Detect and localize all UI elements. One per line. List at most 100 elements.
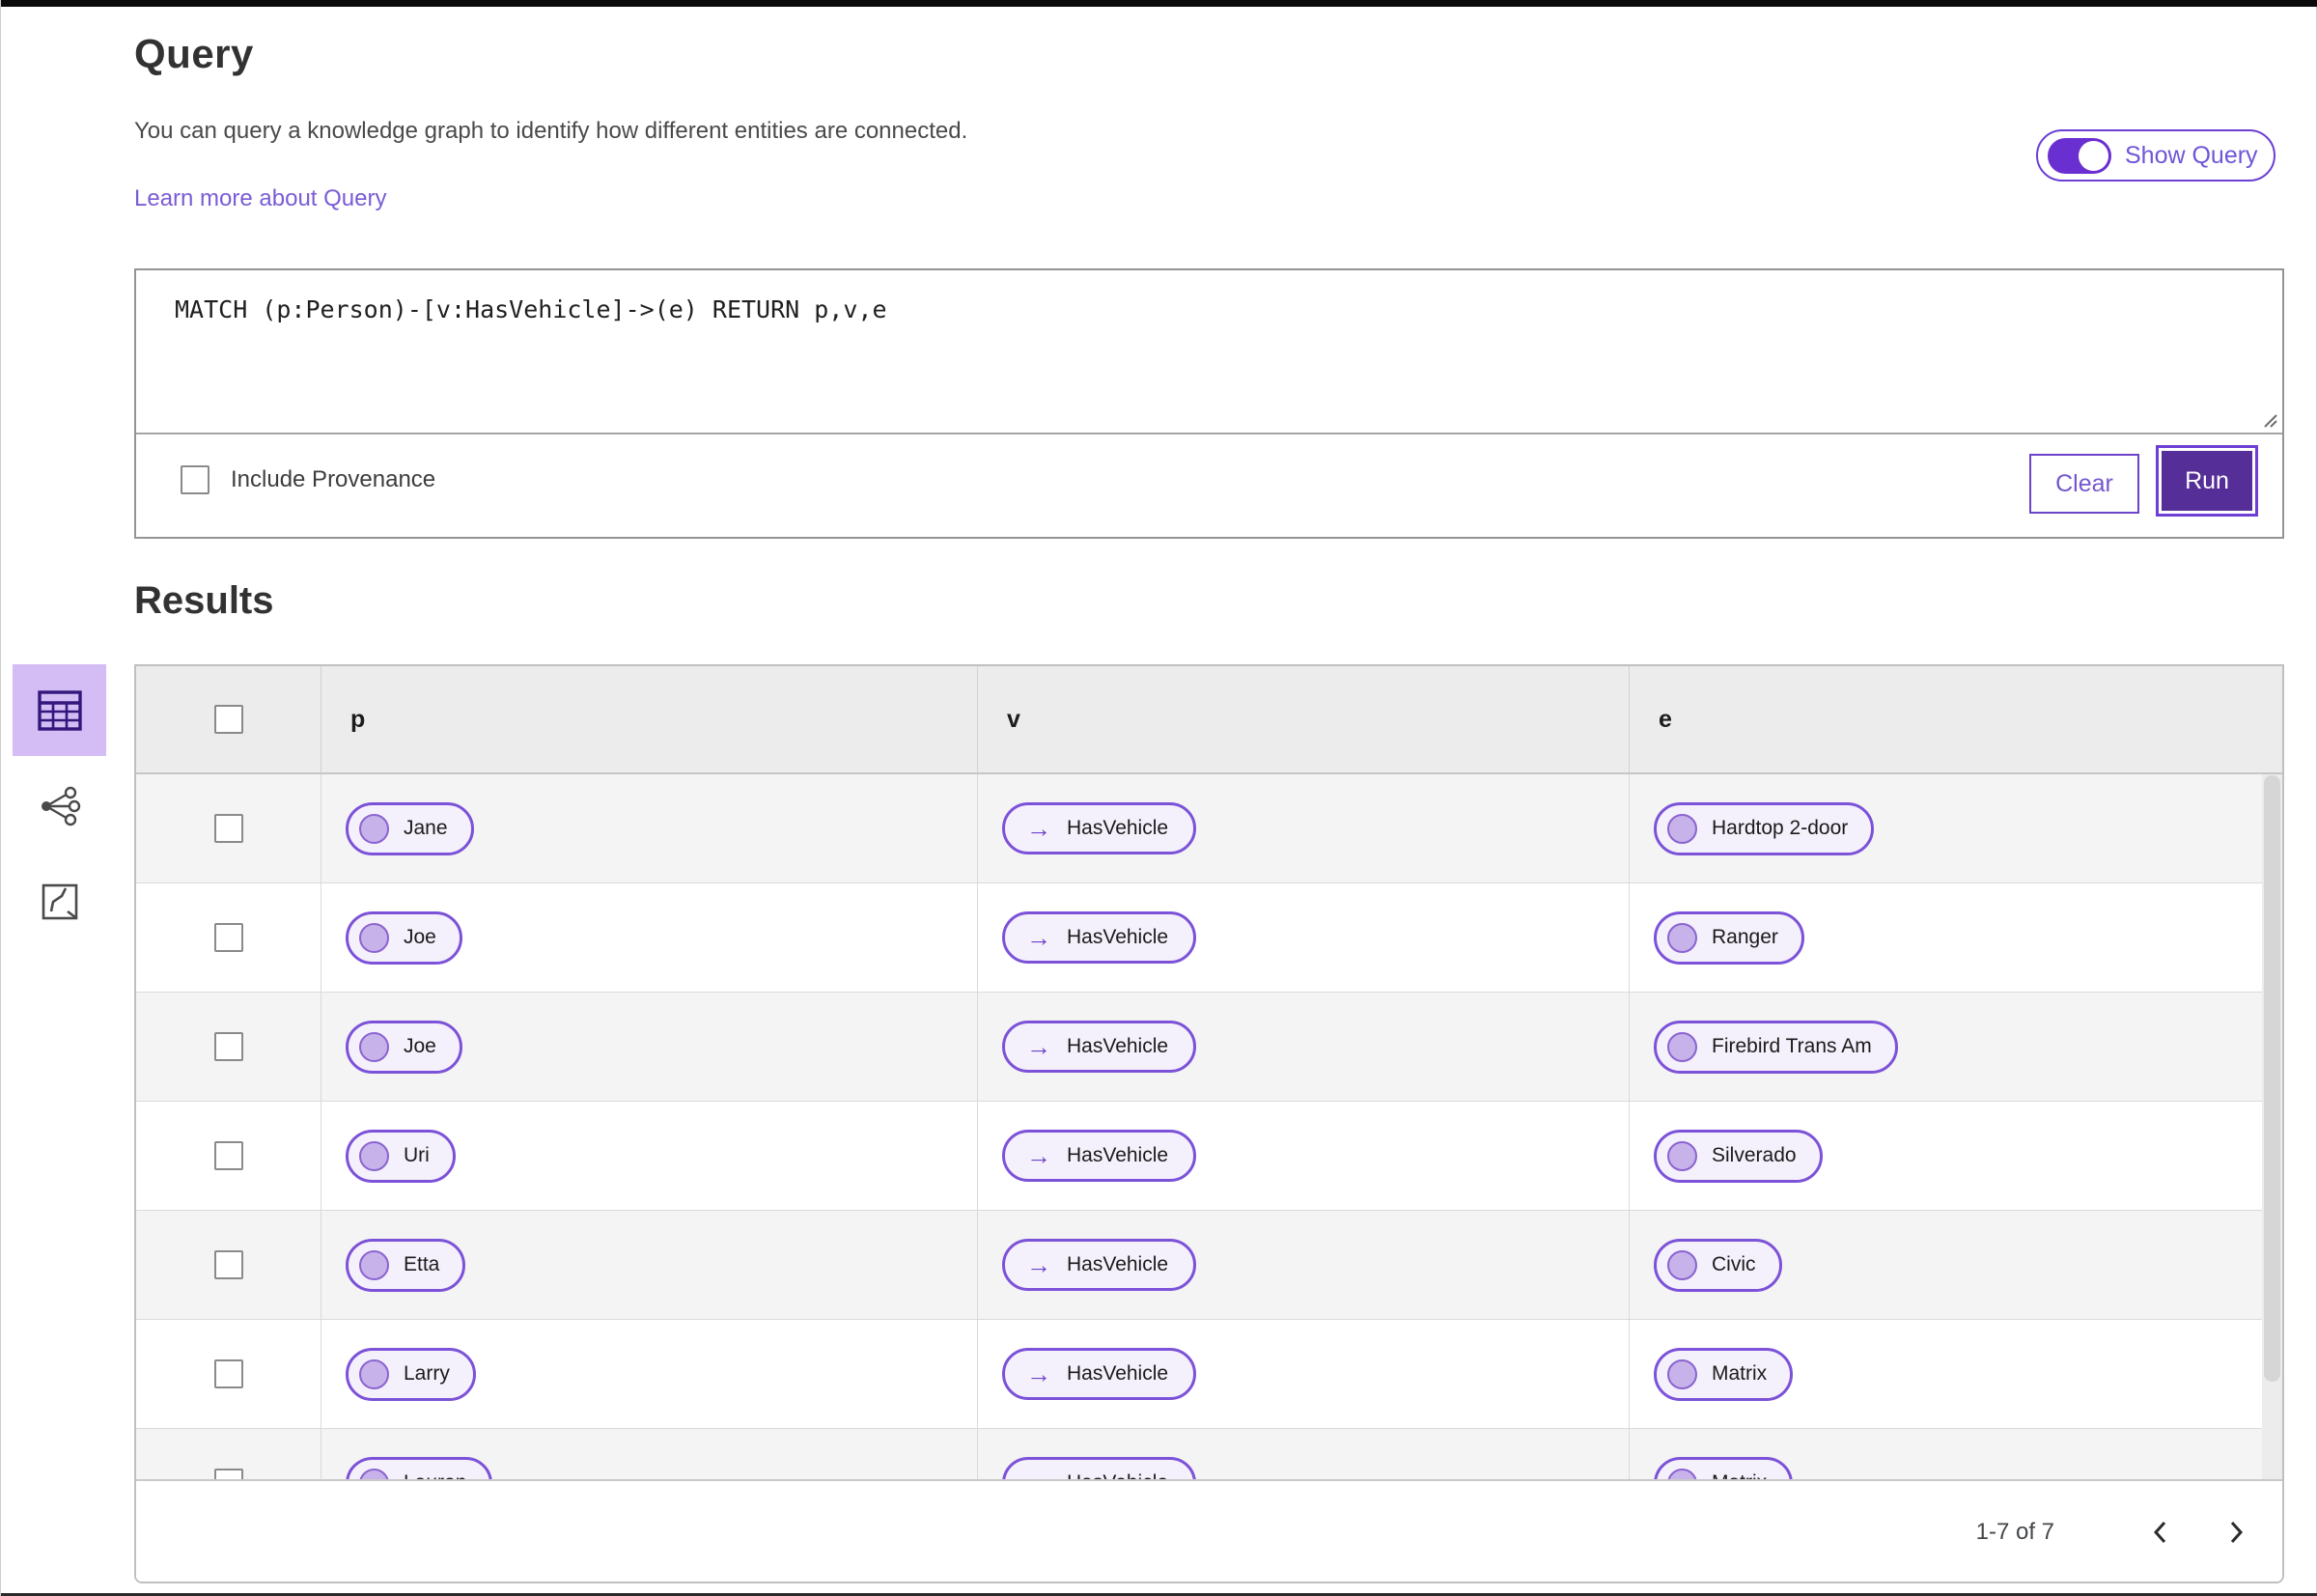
relationship-edge-pill[interactable]: → HasVehicle <box>1002 911 1197 964</box>
node-circle-icon <box>1667 1140 1697 1171</box>
cell-p: Uri <box>321 1102 978 1211</box>
relationship-edge-pill[interactable]: → HasVehicle <box>1002 1130 1197 1182</box>
e-pill-label: Firebird Trans Am <box>1712 1035 1872 1057</box>
relationship-edge-pill[interactable]: → HasVehicle <box>1002 802 1197 854</box>
table-row: Jane → HasVehicle Hardtop 2-door <box>136 774 2282 883</box>
node-circle-icon <box>359 1031 389 1062</box>
clear-button[interactable]: Clear <box>2029 454 2139 514</box>
resize-handle-icon[interactable] <box>2261 411 2278 429</box>
relationship-edge-pill[interactable]: → HasVehicle <box>1002 1348 1197 1400</box>
page-title: Query <box>134 31 254 76</box>
query-input[interactable]: MATCH (p:Person)-[v:HasVehicle]->(e) RET… <box>136 270 2282 433</box>
run-button[interactable]: Run <box>2156 445 2258 517</box>
row-checkbox[interactable] <box>213 1469 243 1479</box>
node-circle-icon <box>359 1249 389 1280</box>
query-panel: MATCH (p:Person)-[v:HasVehicle]->(e) RET… <box>134 268 2284 539</box>
query-editor-area: MATCH (p:Person)-[v:HasVehicle]->(e) RET… <box>136 270 2282 434</box>
header-cell-select <box>136 666 321 772</box>
entity-node-pill[interactable]: Ranger <box>1654 910 1804 965</box>
header-cell-v[interactable]: v <box>978 666 1630 772</box>
relationship-edge-pill[interactable]: → HasVehicle <box>1002 1021 1197 1073</box>
chevron-left-icon <box>2153 1521 2166 1544</box>
map-view-icon <box>42 883 77 919</box>
cell-p: Etta <box>321 1211 978 1320</box>
view-mode-graph-button[interactable] <box>13 760 106 852</box>
person-node-pill[interactable]: Etta <box>346 1238 466 1292</box>
node-circle-icon <box>1667 813 1697 844</box>
person-node-pill[interactable]: Jane <box>346 801 474 855</box>
cell-p: Lauren <box>321 1429 978 1479</box>
row-checkbox[interactable] <box>213 1032 243 1061</box>
person-node-pill[interactable]: Joe <box>346 1020 462 1074</box>
results-title: Results <box>134 579 274 622</box>
v-pill-label: HasVehicle <box>1067 1362 1169 1385</box>
table-row: Joe → HasVehicle Firebird Trans Am <box>136 993 2282 1102</box>
scrollbar-thumb[interactable] <box>2264 775 2280 1382</box>
p-pill-label: Lauren <box>404 1471 466 1479</box>
row-checkbox[interactable] <box>213 1359 243 1388</box>
header-cell-e[interactable]: e <box>1630 666 2282 772</box>
row-checkbox[interactable] <box>213 1141 243 1170</box>
cell-p: Jane <box>321 774 978 883</box>
cell-e: Firebird Trans Am <box>1630 993 2282 1102</box>
include-provenance-checkbox[interactable] <box>181 465 209 494</box>
entity-node-pill[interactable]: Firebird Trans Am <box>1654 1020 1898 1074</box>
node-circle-icon <box>1667 922 1697 953</box>
node-circle-icon <box>359 813 389 844</box>
entity-node-pill[interactable]: Silverado <box>1654 1129 1823 1183</box>
entity-node-pill[interactable]: Hardtop 2-door <box>1654 801 1875 855</box>
relationship-edge-pill[interactable]: → HasVehicle <box>1002 1239 1197 1291</box>
results-rows: Jane → HasVehicle Hardtop 2-door Joe → H… <box>136 774 2282 1479</box>
include-provenance-control[interactable]: Include Provenance <box>181 465 435 494</box>
relationship-edge-pill[interactable]: → HasVehicle <box>1002 1457 1197 1479</box>
cell-p: Larry <box>321 1320 978 1429</box>
e-pill-label: Civic <box>1712 1253 1756 1275</box>
edge-arrow-icon: → <box>1026 814 1051 843</box>
table-row: Joe → HasVehicle Ranger <box>136 883 2282 993</box>
edge-arrow-icon: → <box>1026 1359 1051 1388</box>
next-page-button[interactable] <box>2207 1503 2265 1561</box>
table-row: Uri → HasVehicle Silverado <box>136 1102 2282 1211</box>
view-mode-map-button[interactable] <box>13 855 106 947</box>
person-node-pill[interactable]: Uri <box>346 1129 456 1183</box>
table-row: Lauren → HasVehicle Matrix <box>136 1429 2282 1479</box>
previous-page-button[interactable] <box>2132 1503 2190 1561</box>
v-pill-label: HasVehicle <box>1067 1035 1169 1057</box>
cell-v: → HasVehicle <box>978 883 1630 993</box>
header-cell-p[interactable]: p <box>321 666 978 772</box>
table-view-icon <box>37 689 82 731</box>
cell-e: Hardtop 2-door <box>1630 774 2282 883</box>
table-scrollbar[interactable] <box>2262 774 2282 1479</box>
pagination-bar: 1-7 of 7 <box>136 1479 2282 1582</box>
v-pill-label: HasVehicle <box>1067 1253 1169 1275</box>
row-checkbox[interactable] <box>213 1250 243 1279</box>
results-view-switcher <box>13 664 106 947</box>
cell-v: → HasVehicle <box>978 1102 1630 1211</box>
e-pill-label: Silverado <box>1712 1144 1797 1166</box>
cell-v: → HasVehicle <box>978 1211 1630 1320</box>
show-query-toggle[interactable]: Show Query <box>2036 129 2275 182</box>
p-pill-label: Jane <box>404 817 448 839</box>
person-node-pill[interactable]: Joe <box>346 910 462 965</box>
entity-node-pill[interactable]: Civic <box>1654 1238 1782 1292</box>
edge-arrow-icon: → <box>1026 1141 1051 1170</box>
v-pill-label: HasVehicle <box>1067 817 1169 839</box>
entity-node-pill[interactable]: Matrix <box>1654 1347 1794 1401</box>
view-mode-table-button[interactable] <box>13 664 106 756</box>
select-all-checkbox[interactable] <box>213 705 243 734</box>
person-node-pill[interactable]: Larry <box>346 1347 476 1401</box>
learn-more-link[interactable]: Learn more about Query <box>134 185 386 212</box>
person-node-pill[interactable]: Lauren <box>346 1456 493 1479</box>
entity-node-pill[interactable]: Matrix <box>1654 1456 1794 1479</box>
cell-v: → HasVehicle <box>978 993 1630 1102</box>
cell-e: Civic <box>1630 1211 2282 1320</box>
row-select-cell <box>136 1211 321 1320</box>
p-pill-label: Joe <box>404 926 436 948</box>
table-row: Etta → HasVehicle Civic <box>136 1211 2282 1320</box>
p-pill-label: Uri <box>404 1144 430 1166</box>
row-checkbox[interactable] <box>213 814 243 843</box>
row-checkbox[interactable] <box>213 923 243 952</box>
toggle-switch-icon[interactable] <box>2048 137 2111 174</box>
e-pill-label: Ranger <box>1712 926 1778 948</box>
row-select-cell <box>136 1102 321 1211</box>
